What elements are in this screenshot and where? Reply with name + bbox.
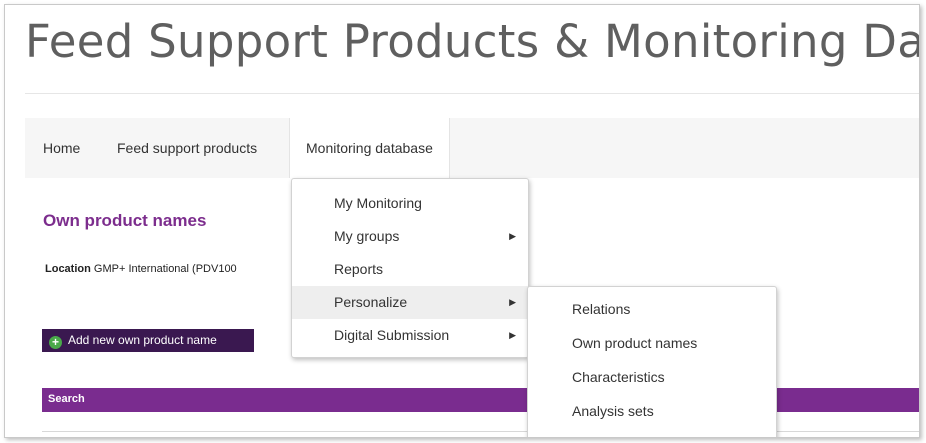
menu-item-label: My Monitoring [334,195,422,211]
search-panel-header[interactable]: Search [42,388,919,412]
location-line: Location GMP+ International (PDV100 [45,263,291,275]
menu-item-label: Personalize [334,294,408,310]
menu-item-label: Reports [334,261,384,277]
add-button-label: Add new own product name [68,333,217,347]
menu-item-reports[interactable]: Reports [292,253,528,286]
submenu-item-analysis-sets[interactable]: Analysis sets [528,394,776,428]
add-own-product-name-button[interactable]: + Add new own product name [42,329,254,352]
location-label: Location [45,263,91,275]
nav-home[interactable]: Home [43,118,80,178]
menu-item-my-monitoring[interactable]: My Monitoring [292,187,528,220]
main-nav: Home Feed support products Monitoring da… [25,118,919,178]
site-title: Feed Support Products & Monitoring Datab… [25,15,920,68]
caret-right-icon: ▶ [509,297,516,307]
caret-right-icon: ▶ [509,231,516,241]
menu-item-label: Digital Submission [334,327,450,343]
search-divider [42,431,919,432]
monitoring-dropdown-menu: My Monitoring My groups ▶ Reports Person… [291,178,529,358]
submenu-item-characteristics[interactable]: Characteristics [528,360,776,394]
menu-item-personalize[interactable]: Personalize ▶ [292,286,528,319]
plus-icon: + [49,336,62,349]
title-divider [25,93,919,94]
submenu-item-relations[interactable]: Relations [528,292,776,326]
caret-right-icon: ▶ [509,330,516,340]
location-value: GMP+ International (PDV100 [93,263,237,275]
menu-item-label: My groups [334,228,400,244]
nav-monitoring-database[interactable]: Monitoring database [289,118,450,178]
app-window: Feed Support Products & Monitoring Datab… [4,4,920,438]
nav-feed-support-products[interactable]: Feed support products [117,118,257,178]
submenu-item-own-product-names[interactable]: Own product names [528,326,776,360]
menu-item-digital-submission[interactable]: Digital Submission ▶ [292,319,528,352]
search-label: Search [48,393,85,405]
menu-item-my-groups[interactable]: My groups ▶ [292,220,528,253]
personalize-submenu: Relations Own product names Characterist… [527,286,777,437]
page-title: Own product names [43,211,207,230]
